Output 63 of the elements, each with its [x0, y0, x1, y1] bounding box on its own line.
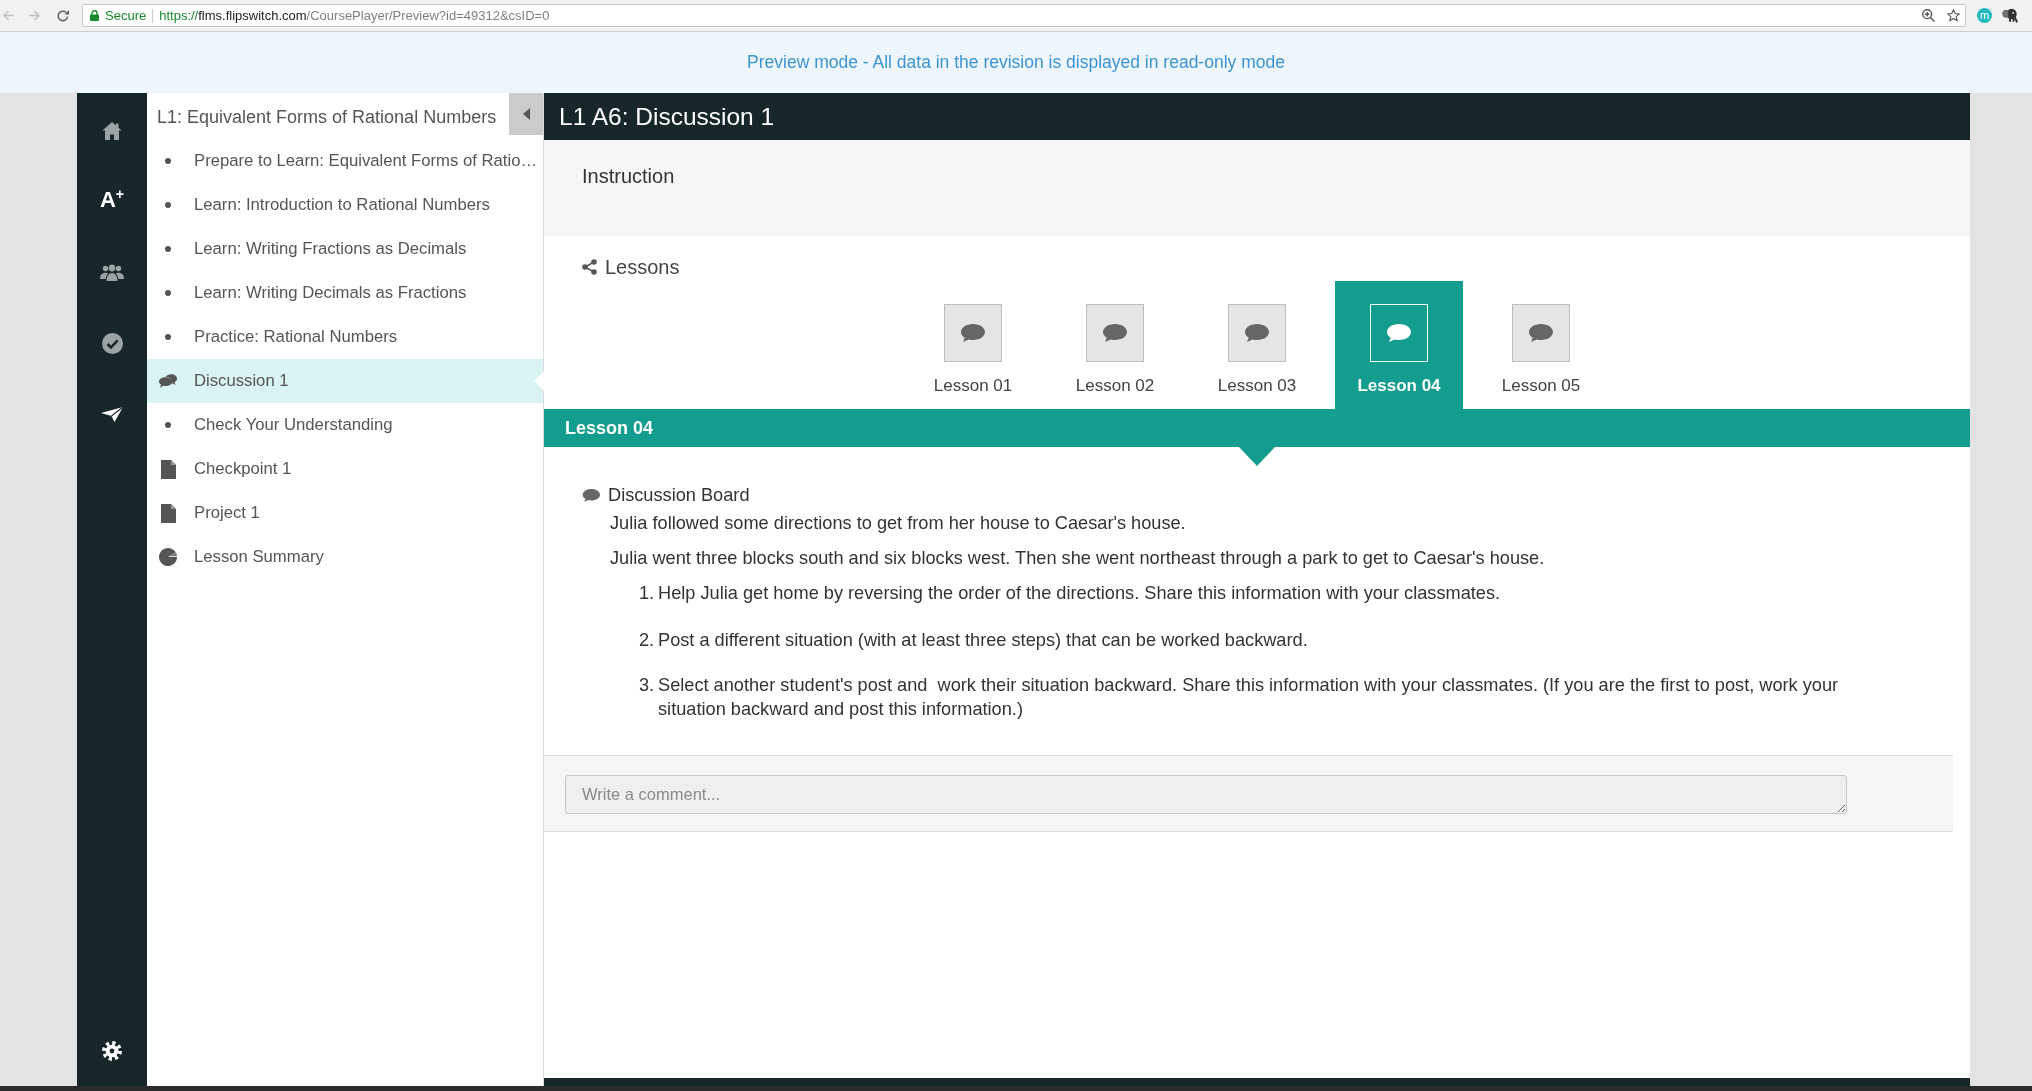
lock-icon — [90, 10, 99, 21]
speech-bubble-icon — [1228, 304, 1286, 362]
reload-icon[interactable] — [57, 9, 69, 22]
bullet-icon — [165, 334, 171, 340]
list-number: 2. — [639, 629, 656, 651]
list-item-text: Help Julia get home by reversing the order of the directions. Share this information with your classmates. — [658, 582, 1501, 604]
sidebar-item[interactable]: Lesson Summary — [147, 535, 543, 579]
lesson-tab[interactable]: Lesson 01 — [909, 281, 1037, 409]
speech-bubble-icon — [1512, 304, 1570, 362]
home-icon[interactable] — [102, 120, 122, 140]
security-label: Secure — [105, 8, 147, 23]
list-number: 1. — [639, 582, 656, 604]
elephant-icon[interactable] — [2002, 8, 2018, 23]
bullet-icon — [165, 158, 171, 164]
address-field[interactable]: Secure https://flms.flipswitch.com/CoursePlayer/Preview?id=49312&csID=0 — [82, 4, 1966, 27]
discussion-heading: Discussion Board — [608, 484, 750, 506]
activity-title: L1 A6: Discussion 1 — [559, 102, 775, 131]
chat-bubbles-icon — [159, 374, 177, 388]
sidebar-item[interactable]: Checkpoint 1 — [147, 447, 543, 491]
speech-bubble-icon — [1086, 304, 1144, 362]
list-number: 3. — [639, 674, 656, 697]
share-icon — [582, 259, 597, 275]
speech-bubble-icon — [944, 304, 1002, 362]
lesson-tab[interactable]: Lesson 02 — [1051, 281, 1179, 409]
sidebar-item[interactable]: Learn: Writing Fractions as Decimals — [147, 227, 543, 271]
sidebar-item[interactable]: Learn: Writing Decimals as Fractions — [147, 271, 543, 315]
speech-bubble-icon — [582, 488, 600, 502]
bullet-icon — [165, 422, 171, 428]
sidebar-item[interactable]: Learn: Introduction to Rational Numbers — [147, 183, 543, 227]
section-heading: Lessons — [605, 255, 680, 279]
paragraph: Julia followed some directions to get from her house to Caesar's house. — [610, 512, 1186, 534]
check-circle-icon[interactable] — [101, 332, 123, 354]
paper-plane-icon[interactable] — [101, 406, 123, 422]
list-item-text: Select another student's post and work their situation backward. Share this information with your classmates. (If you are the first to post, work your situation backward and post this information.) — [658, 674, 1840, 721]
paragraph: Julia went three blocks south and six blocks west. Then she went northeast through a park to get to Caesar's house. — [610, 547, 1545, 569]
collapse-button[interactable] — [509, 93, 543, 135]
sidebar-title: L1: Equivalent Forms of Rational Numbers — [157, 106, 497, 128]
sidebar-item[interactable]: Prepare to Learn: Equivalent Forms of Ratio… — [147, 139, 543, 183]
a-plus-link[interactable]: A$^{+}$ — [99, 189, 125, 213]
bullet-icon — [165, 202, 171, 208]
comment-field[interactable]: Write a comment... — [565, 775, 1847, 814]
bullet-icon — [165, 290, 171, 296]
speech-bubble-icon — [1370, 304, 1428, 362]
caret-icon — [522, 108, 530, 120]
document-icon — [160, 459, 176, 479]
sidebar-item[interactable]: Practice: Rational Numbers — [147, 315, 543, 359]
sidebar-item[interactable]: Check Your Understanding — [147, 403, 543, 447]
settings-icon[interactable] — [102, 1040, 122, 1061]
section-heading: Instruction — [582, 165, 675, 187]
list-item-text: Post a different situation (with at least three steps) that can be worked backward. — [658, 629, 1308, 651]
lesson-tab[interactable]: Lesson 05 — [1477, 281, 1605, 409]
url-text: https://flms.flipswitch.com/CoursePlayer/Preview?id=49312&csID=0 — [159, 8, 550, 23]
sidebar-item[interactable]: Project 1 — [147, 491, 543, 535]
sidebar-item[interactable]: Discussion 1 — [147, 359, 543, 403]
star-icon[interactable] — [1947, 9, 1960, 22]
banner-message: Preview mode - All data in the revision is displayed in read-only mode — [747, 52, 1285, 73]
bullet-icon — [165, 246, 171, 252]
lesson-tab[interactable]: Lesson 03 — [1193, 281, 1321, 409]
people-icon[interactable] — [100, 263, 124, 281]
zoom-in-icon[interactable] — [1922, 9, 1935, 22]
document-icon — [160, 503, 176, 523]
band-title: Lesson 04 — [565, 417, 654, 439]
pie-chart-icon — [159, 548, 177, 566]
